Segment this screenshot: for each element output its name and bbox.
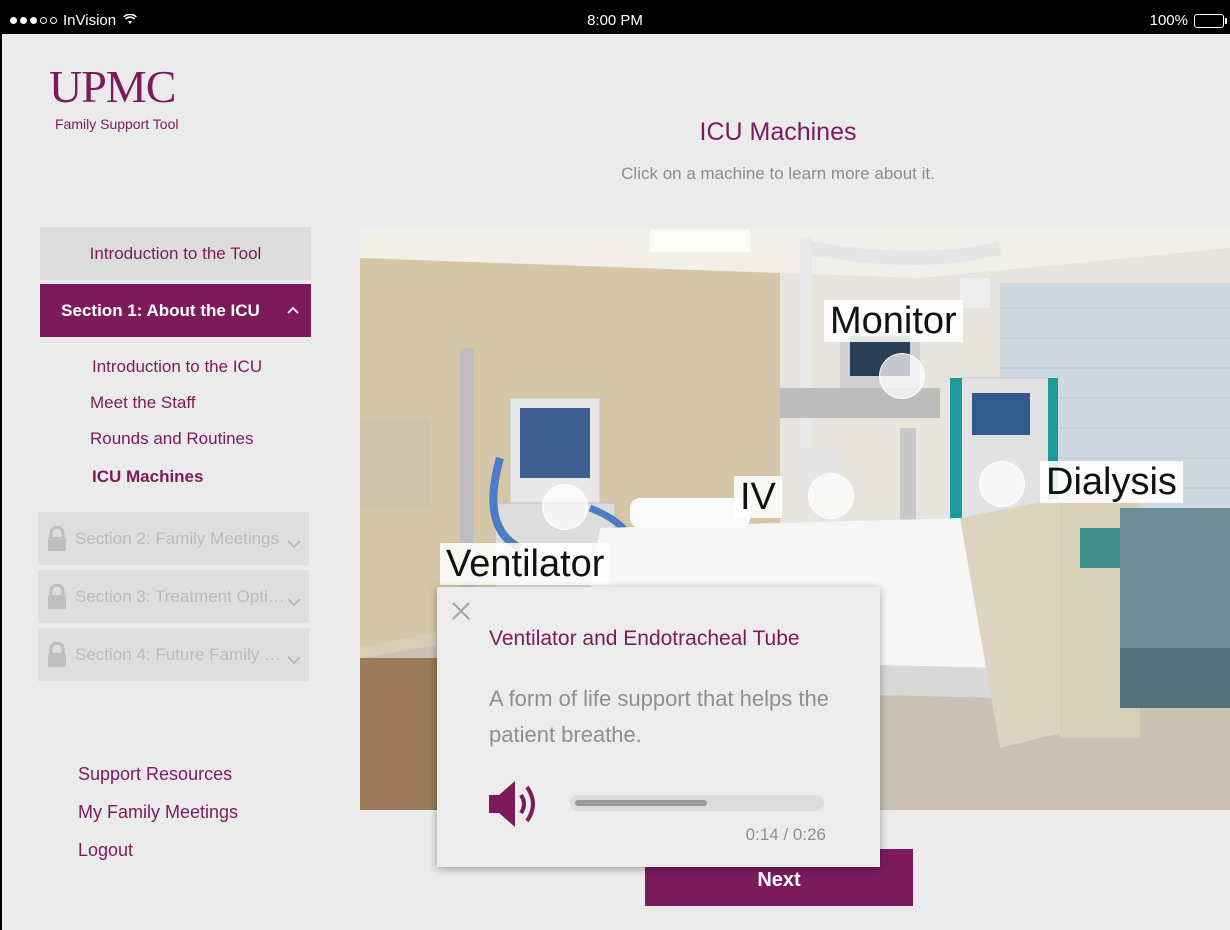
popup-title: Ventilator and Endotracheal Tube [489,627,800,650]
subnav-rounds-and-routines[interactable]: Rounds and Routines [90,429,254,449]
lock-icon [47,525,67,552]
chevron-down-icon [287,592,301,607]
ventilator-label[interactable]: Ventilator [440,543,611,585]
popup-description: A form of life support that helps the pa… [489,686,829,747]
audio-progress-bar[interactable] [570,795,824,811]
clock: 8:00 PM [587,12,643,29]
nav-label: Section 2: Family Meetings [75,529,280,548]
nav-label: Section 4: Future Family Meetings [75,645,285,664]
nav-section-2-locked[interactable]: Section 2: Family Meetings [38,512,309,565]
battery-icon [1194,13,1227,28]
subnav-introduction-to-icu[interactable]: Introduction to the ICU [92,357,262,377]
iv-label[interactable]: IV [734,476,782,518]
page-subtitle: Click on a machine to learn more about i… [621,164,935,183]
nav-introduction-to-tool[interactable]: Introduction to the Tool [40,227,311,280]
battery-indicator: 100% [1149,12,1227,29]
lock-icon [47,583,67,610]
nav-section-4-locked[interactable]: Section 4: Future Family Meetings [38,628,309,681]
upmc-logo: UPMC Family Support Tool [49,61,179,133]
monitor-hotspot[interactable] [879,353,925,399]
nav-section-1[interactable]: Section 1: About the ICU [40,284,311,337]
chevron-down-icon [287,534,301,549]
subnav-meet-the-staff[interactable]: Meet the Staff [90,393,196,413]
battery-percent: 100% [1149,12,1188,29]
close-icon[interactable] [451,601,471,621]
nav-label: Section 3: Treatment Options [75,587,285,606]
ventilator-hotspot[interactable] [542,484,588,530]
chevron-down-icon [287,650,301,665]
subnav-icu-machines[interactable]: ICU Machines [92,467,203,487]
logo-subtitle: Family Support Tool [55,116,179,132]
dialysis-hotspot[interactable] [979,461,1025,507]
machine-info-popup: Ventilator and Endotracheal Tube A form … [437,587,880,867]
nav-label: Section 1: About the ICU [61,300,260,320]
speaker-icon[interactable] [487,779,543,829]
logo-wordmark: UPMC [49,61,176,112]
iv-hotspot[interactable] [808,473,854,519]
support-resources-link[interactable]: Support Resources [78,764,232,785]
app-screen: UPMC Family Support Tool ICU Machines Cl… [2,34,1230,930]
logout-link[interactable]: Logout [78,840,133,861]
monitor-label[interactable]: Monitor [824,300,963,342]
status-bar: InVision 8:00 PM 100% [0,0,1230,34]
nav-label: Introduction to the Tool [89,243,262,263]
dialysis-label[interactable]: Dialysis [1040,461,1183,503]
chevron-up-icon [287,302,299,314]
my-family-meetings-link[interactable]: My Family Meetings [78,802,238,823]
audio-time: 0:14 / 0:26 [745,825,826,844]
lock-icon [47,641,67,668]
page-title: ICU Machines [699,118,857,146]
nav-section-3-locked[interactable]: Section 3: Treatment Options [38,570,309,623]
audio-progress-fill [575,800,707,806]
